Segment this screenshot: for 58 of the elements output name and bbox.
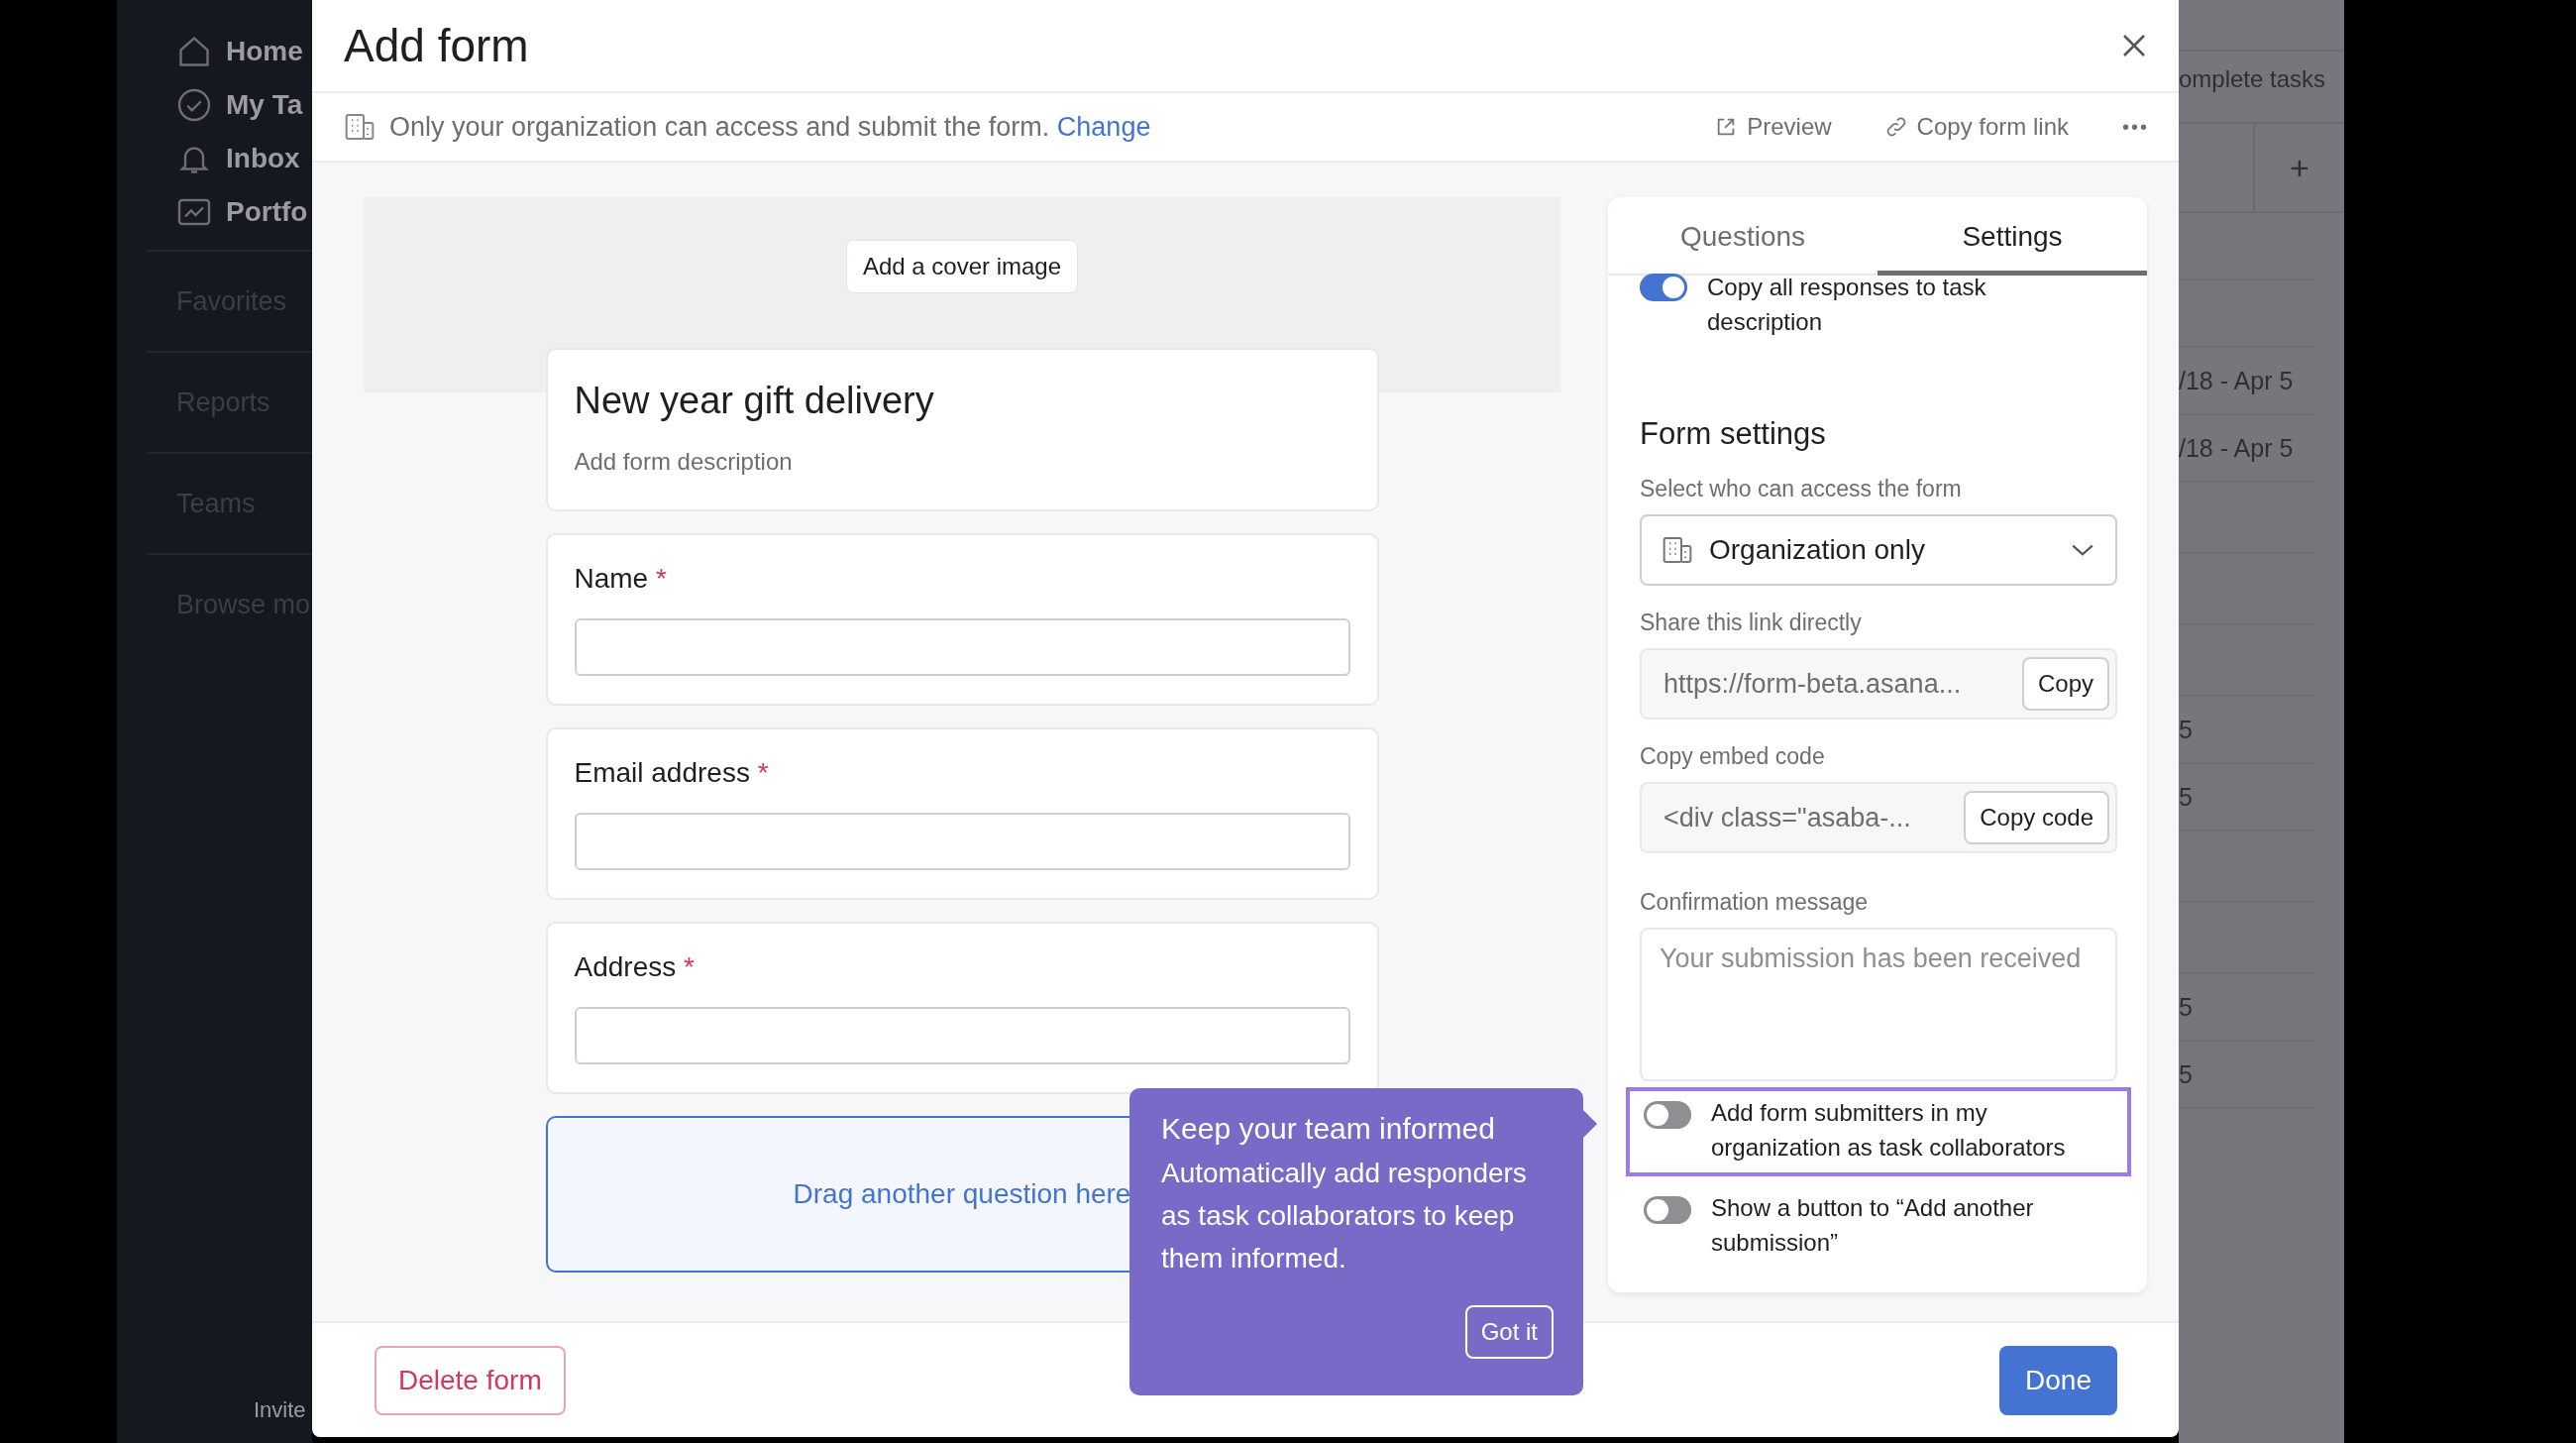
question-label: Email address * — [574, 757, 770, 789]
drop-zone-text: Drag another question here — [793, 1178, 1131, 1210]
got-it-button[interactable]: Got it — [1464, 1305, 1554, 1359]
sidebar-item[interactable]: Inbox — [176, 141, 312, 176]
question-label: Name * — [574, 563, 668, 595]
form-title[interactable]: New year gift delivery — [574, 380, 1350, 422]
sidebar-item[interactable]: Home — [176, 34, 312, 69]
embed-code-field[interactable]: <div class="asaba-... Copy code — [1640, 782, 2117, 853]
sidebar-item[interactable]: My Ta — [176, 87, 312, 123]
date-cell: /18 - Apr 5 — [2179, 433, 2294, 463]
date-cell: /18 - Apr 5 — [2179, 366, 2294, 395]
add-column-button[interactable]: + — [2253, 124, 2344, 211]
field-label: Copy embed code — [1640, 743, 1826, 770]
copy-button[interactable]: Copy — [2021, 657, 2109, 711]
toggle-label: Add form submitters in my organization as task collaborators — [1711, 1098, 2067, 1163]
toggle-switch[interactable] — [1640, 274, 1687, 301]
answer-field[interactable] — [574, 618, 1350, 676]
field-label: Confirmation message — [1640, 889, 1870, 916]
date-cell: 5 — [2179, 715, 2193, 744]
more-button[interactable]: ••• — [2122, 115, 2149, 139]
toggle-switch[interactable] — [1644, 1196, 1691, 1224]
tab[interactable]: Settings — [1878, 197, 2147, 276]
question-label: Address * — [574, 951, 696, 983]
tab[interactable]: Questions — [1608, 197, 1878, 276]
link-icon — [1884, 116, 1907, 138]
access-notice: Only your organization can access and submit the form. Change — [389, 111, 1151, 143]
toggle-switch[interactable] — [1644, 1101, 1691, 1129]
column-header: omplete tasks — [2179, 50, 2344, 106]
access-dropdown[interactable]: Organization only — [1640, 514, 2117, 586]
answer-field[interactable] — [574, 813, 1350, 870]
field-label: Select who can access the form — [1640, 476, 1963, 502]
header-action[interactable]: Copy form link — [1884, 113, 2069, 141]
toggle-label: Copy all responses to task description — [1707, 273, 1987, 337]
invite-link[interactable]: Invite — [117, 1397, 312, 1423]
copy-code-button[interactable]: Copy code — [1964, 791, 2109, 844]
check-circle-icon — [176, 87, 212, 123]
sidebar-item[interactable]: Portfo — [176, 194, 312, 230]
building-icon — [344, 111, 376, 143]
add-cover-button[interactable]: Add a cover image — [845, 240, 1079, 293]
change-link[interactable]: Change — [1056, 111, 1151, 142]
tooltip-title: Keep your team informed — [1161, 1112, 1496, 1146]
answer-field[interactable] — [574, 1007, 1350, 1064]
section-heading: Form settings — [1640, 416, 1827, 452]
date-cell: 5 — [2179, 1059, 2193, 1089]
date-cell: 5 — [2179, 782, 2193, 812]
home-icon — [176, 34, 212, 69]
header-action[interactable]: Preview — [1715, 113, 1832, 141]
done-button[interactable]: Done — [1999, 1345, 2117, 1415]
confirmation-field[interactable]: Your submission has been received — [1640, 928, 2117, 1081]
dialog-title: Add form — [344, 19, 529, 72]
field-label: Share this link directly — [1640, 610, 1863, 636]
form-description-field[interactable]: Add form description — [574, 448, 1350, 476]
toggle-label: Show a button to “Add another submission” — [1711, 1193, 2035, 1258]
delete-form-button[interactable]: Delete form — [375, 1345, 566, 1415]
link-field[interactable]: https://form-beta.asana... Copy — [1640, 648, 2117, 720]
date-cell: 5 — [2179, 992, 2193, 1022]
tooltip-text: Automatically add responders as task collaborators to keep them informed. — [1161, 1157, 1528, 1276]
building-icon — [1662, 534, 1693, 566]
